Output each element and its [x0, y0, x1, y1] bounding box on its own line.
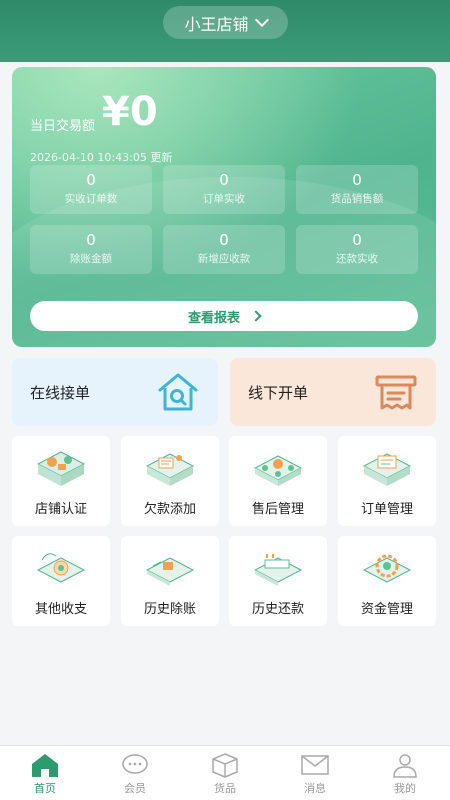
grid-fund-manage[interactable]: 资金管理	[338, 536, 436, 626]
grid-debt-add[interactable]: 欠款添加	[121, 436, 219, 526]
tab-profile[interactable]: 我的	[360, 746, 450, 800]
tab-label: 首页	[34, 782, 56, 795]
member-icon	[122, 754, 148, 774]
stat-new-receivable: 0 新增应收款	[163, 225, 285, 274]
stat-value: 0	[219, 231, 229, 249]
stat-writeoff-amount: 0 除账金额	[30, 225, 152, 274]
grid-other-income[interactable]: 其他收支	[12, 536, 110, 626]
stat-label: 除账金额	[70, 253, 112, 265]
tab-message[interactable]: 消息	[270, 746, 360, 800]
amount-value: ¥0	[102, 89, 158, 135]
profile-icon	[393, 754, 417, 778]
stat-goods-sales: 0 货品销售额	[296, 165, 418, 214]
grid-after-sales[interactable]: 售后管理	[229, 436, 327, 526]
online-order-button[interactable]: 在线接单	[12, 358, 218, 426]
view-report-label: 查看报表	[187, 310, 240, 326]
tab-home[interactable]: 首页	[0, 746, 90, 800]
tab-label: 货品	[214, 782, 236, 795]
goods-icon	[212, 753, 238, 778]
grid-label: 欠款添加	[143, 502, 196, 517]
amount-label: 当日交易额	[30, 119, 96, 134]
other-income-icon	[36, 553, 86, 583]
grid-label: 售后管理	[251, 502, 304, 517]
message-icon	[301, 755, 329, 775]
grid-history-writeoff[interactable]: 历史除账	[121, 536, 219, 626]
stat-label: 实收订单数	[64, 193, 118, 205]
tab-member[interactable]: 会员	[90, 746, 180, 800]
stat-label: 货品销售额	[330, 193, 384, 205]
stat-order-received: 0 订单实收	[163, 165, 285, 214]
view-report-button[interactable]: 查看报表	[30, 301, 418, 331]
online-order-label: 在线接单	[30, 384, 91, 402]
bottom-tab-bar: 首页 会员 货品 消息 我的	[0, 745, 450, 800]
history-repay-icon	[253, 554, 303, 586]
stat-value: 0	[352, 231, 362, 249]
stat-value: 0	[219, 171, 229, 189]
offline-order-label: 线下开单	[248, 384, 309, 402]
house-search-icon	[158, 373, 198, 411]
summary-card: 当日交易额 ¥0 2026-04-10 10:43:05 更新 0 实收订单数 …	[12, 67, 436, 347]
grid-shop-certify[interactable]: 店铺认证	[12, 436, 110, 526]
grid-label: 其他收支	[34, 602, 87, 617]
grid-label: 历史还款	[251, 602, 304, 617]
chevron-down-icon	[254, 12, 269, 28]
grid-label: 历史除账	[143, 602, 196, 617]
store-name: 小王店铺	[184, 14, 249, 34]
history-writeoff-icon	[145, 557, 195, 586]
tab-label: 会员	[124, 782, 146, 795]
stat-label: 新增应收款	[197, 253, 251, 265]
grid-history-repay[interactable]: 历史还款	[229, 536, 327, 626]
after-sales-icon	[253, 455, 303, 486]
stat-value: 0	[352, 171, 362, 189]
grid-label: 资金管理	[360, 602, 413, 617]
stat-label: 还款实收	[336, 253, 378, 265]
offline-order-button[interactable]: 线下开单	[230, 358, 436, 426]
tab-label: 我的	[394, 782, 416, 795]
shop-certify-icon	[36, 451, 86, 486]
tab-label: 消息	[304, 782, 326, 795]
fund-manage-icon	[362, 554, 412, 583]
stat-received-orders: 0 实收订单数	[30, 165, 152, 214]
store-switcher[interactable]: 小王店铺	[163, 6, 288, 39]
stat-value: 0	[86, 171, 96, 189]
grid-label: 店铺认证	[34, 502, 87, 517]
stat-value: 0	[86, 231, 96, 249]
stat-label: 订单实收	[203, 193, 245, 205]
order-manage-icon	[362, 453, 412, 486]
grid-label: 订单管理	[360, 502, 413, 517]
update-time: 2026-04-10 10:43:05 更新	[30, 151, 173, 164]
tab-goods[interactable]: 货品	[180, 746, 270, 800]
chevron-right-icon	[250, 310, 262, 322]
home-icon	[32, 754, 58, 777]
grid-order-manage[interactable]: 订单管理	[338, 436, 436, 526]
top-bar: 小王店铺	[0, 0, 450, 62]
debt-add-icon	[145, 453, 195, 486]
stat-repayment-received: 0 还款实收	[296, 225, 418, 274]
receipt-icon	[375, 375, 417, 410]
